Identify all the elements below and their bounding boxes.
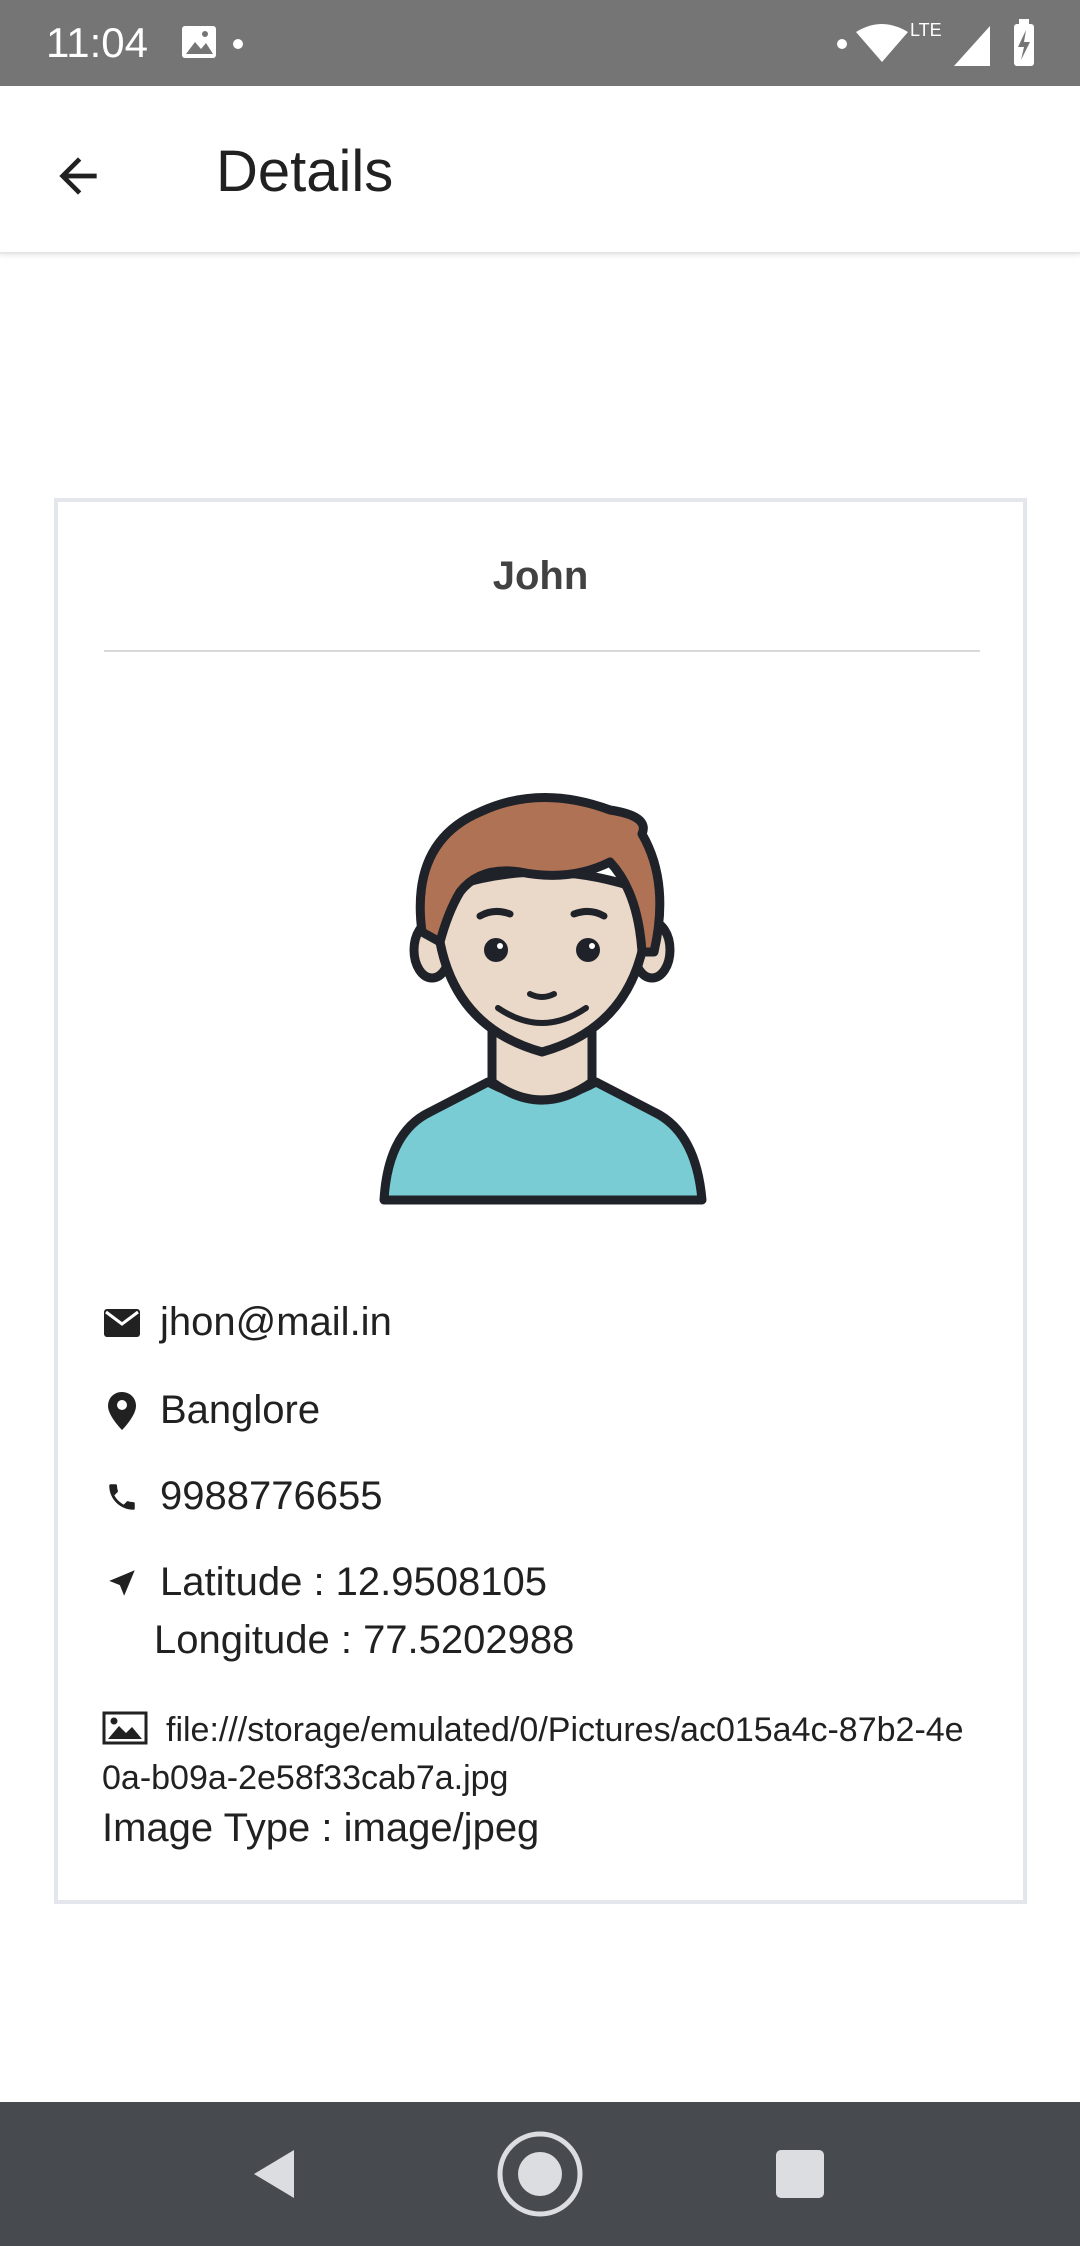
avatar bbox=[379, 793, 707, 1205]
phone-icon bbox=[102, 1477, 142, 1517]
location-arrow-icon bbox=[102, 1563, 142, 1603]
status-left-icons bbox=[182, 24, 252, 64]
phone-text: 9988776655 bbox=[160, 1474, 383, 1518]
nav-home-icon[interactable] bbox=[496, 2130, 584, 2218]
status-right-icons: LTE bbox=[830, 14, 1052, 74]
image-path-text: file:///storage/emulated/0/Pictures/ac01… bbox=[102, 1711, 964, 1797]
location-row: Banglore bbox=[102, 1388, 320, 1433]
phone-row: 9988776655 bbox=[102, 1474, 382, 1519]
dot-icon bbox=[837, 39, 847, 49]
details-card: John jhon@mail.in Banglore 9988776655 La… bbox=[54, 498, 1027, 1904]
card-name: John bbox=[492, 554, 589, 598]
map-pin-icon bbox=[102, 1391, 142, 1431]
wifi-icon bbox=[856, 24, 908, 62]
nav-back-icon[interactable] bbox=[246, 2144, 306, 2204]
app-bar: Details bbox=[0, 86, 1080, 254]
location-text: Banglore bbox=[160, 1388, 321, 1432]
back-button[interactable] bbox=[38, 136, 118, 216]
latitude-text: Latitude : 12.9508105 bbox=[160, 1560, 548, 1604]
network-type-label: LTE bbox=[910, 20, 942, 40]
email-row: jhon@mail.in bbox=[102, 1300, 392, 1345]
card-divider bbox=[104, 650, 980, 652]
status-bar: 11:04 LTE bbox=[0, 0, 1080, 86]
image-type-text: Image Type : image/jpeg bbox=[102, 1806, 540, 1850]
picture-icon bbox=[102, 1711, 148, 1756]
signal-icon bbox=[954, 26, 990, 66]
envelope-icon bbox=[102, 1303, 142, 1343]
email-text: jhon@mail.in bbox=[160, 1300, 392, 1344]
page-title: Details bbox=[216, 139, 394, 204]
arrow-left-icon bbox=[59, 157, 97, 195]
system-nav-bar bbox=[0, 2102, 1080, 2246]
nav-recents-icon[interactable] bbox=[772, 2146, 828, 2202]
longitude-text: Longitude : 77.5202988 bbox=[154, 1618, 575, 1662]
image-path-row: file:///storage/emulated/0/Pictures/ac01… bbox=[102, 1708, 982, 1800]
image-icon bbox=[182, 26, 243, 58]
dot-icon bbox=[233, 39, 243, 49]
latitude-row: Latitude : 12.9508105 bbox=[102, 1560, 547, 1605]
status-time: 11:04 bbox=[46, 19, 148, 66]
